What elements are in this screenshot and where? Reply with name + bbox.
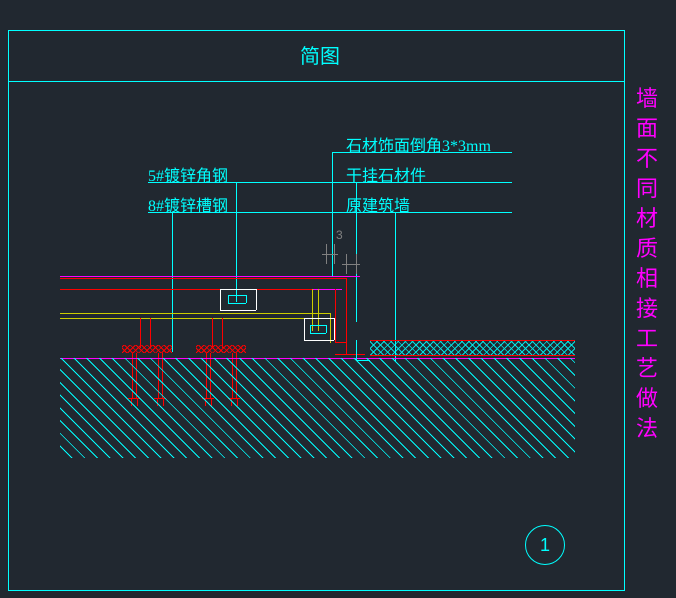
stone-vert-inner — [335, 289, 336, 342]
annot-right1-underline — [332, 152, 512, 153]
leader-left2 — [172, 212, 173, 352]
annot-left2-underline — [148, 212, 333, 213]
clip2-bot — [220, 310, 256, 311]
leg1 — [140, 318, 141, 348]
clip2-r — [256, 289, 257, 310]
stone-top-inner — [60, 289, 313, 290]
leg2b — [222, 318, 223, 348]
right-stone-band — [370, 340, 575, 355]
dim-line-2 — [342, 264, 360, 265]
anchor-plate-2 — [196, 345, 246, 353]
detail-number-circle: 1 — [525, 525, 565, 565]
clip-slot-b — [310, 333, 326, 334]
slab-outer-top — [60, 276, 360, 277]
clip2-slot-t — [228, 295, 246, 296]
clip2-slot-b — [228, 303, 246, 304]
clip-top — [304, 318, 334, 319]
clip-bot — [304, 340, 334, 341]
dim-line-1 — [322, 254, 338, 255]
drawing-frame — [8, 80, 625, 591]
clip2-slot-l — [228, 295, 229, 303]
stone-top-outer — [60, 278, 346, 279]
anchor-plate-1 — [122, 345, 172, 353]
title-text: 简图 — [300, 40, 340, 69]
right-stone-top — [370, 340, 575, 341]
clip2-slot-r — [246, 295, 247, 303]
stone-vert-outer — [346, 278, 347, 354]
leg1b — [150, 318, 151, 348]
leader-left1 — [236, 182, 237, 302]
clip-slot-t — [310, 325, 326, 326]
wall-hatch — [60, 358, 575, 458]
leg2 — [212, 318, 213, 348]
leader-right-main — [332, 152, 333, 277]
clip-slot-l — [310, 325, 311, 333]
stone-bottom-inner — [335, 342, 346, 343]
clip-l — [304, 318, 305, 340]
annot-left1-underline — [148, 182, 333, 183]
channel-bot — [60, 318, 313, 319]
stone-bottom-outer — [335, 354, 365, 355]
clip2-l — [220, 289, 221, 310]
dim-3: 3 — [336, 228, 343, 242]
annot-right3-underline — [332, 212, 512, 213]
clip-slot-r — [326, 325, 327, 333]
fix-v — [356, 340, 357, 360]
right-stone-bot — [370, 355, 575, 356]
side-title: 墙面不同材质相接工艺做法 — [636, 84, 660, 444]
clip2-top — [220, 289, 256, 290]
annot-right2-underline — [332, 182, 512, 183]
leader-right2 — [356, 182, 357, 322]
channel-top — [60, 313, 330, 314]
clip-r — [334, 318, 335, 340]
detail-number: 1 — [540, 535, 550, 555]
cad-canvas: 简图 墙面不同材质相接工艺做法 5#镀锌角钢 8#镀锌槽钢 石材饰面倒角3*3m… — [0, 0, 676, 598]
